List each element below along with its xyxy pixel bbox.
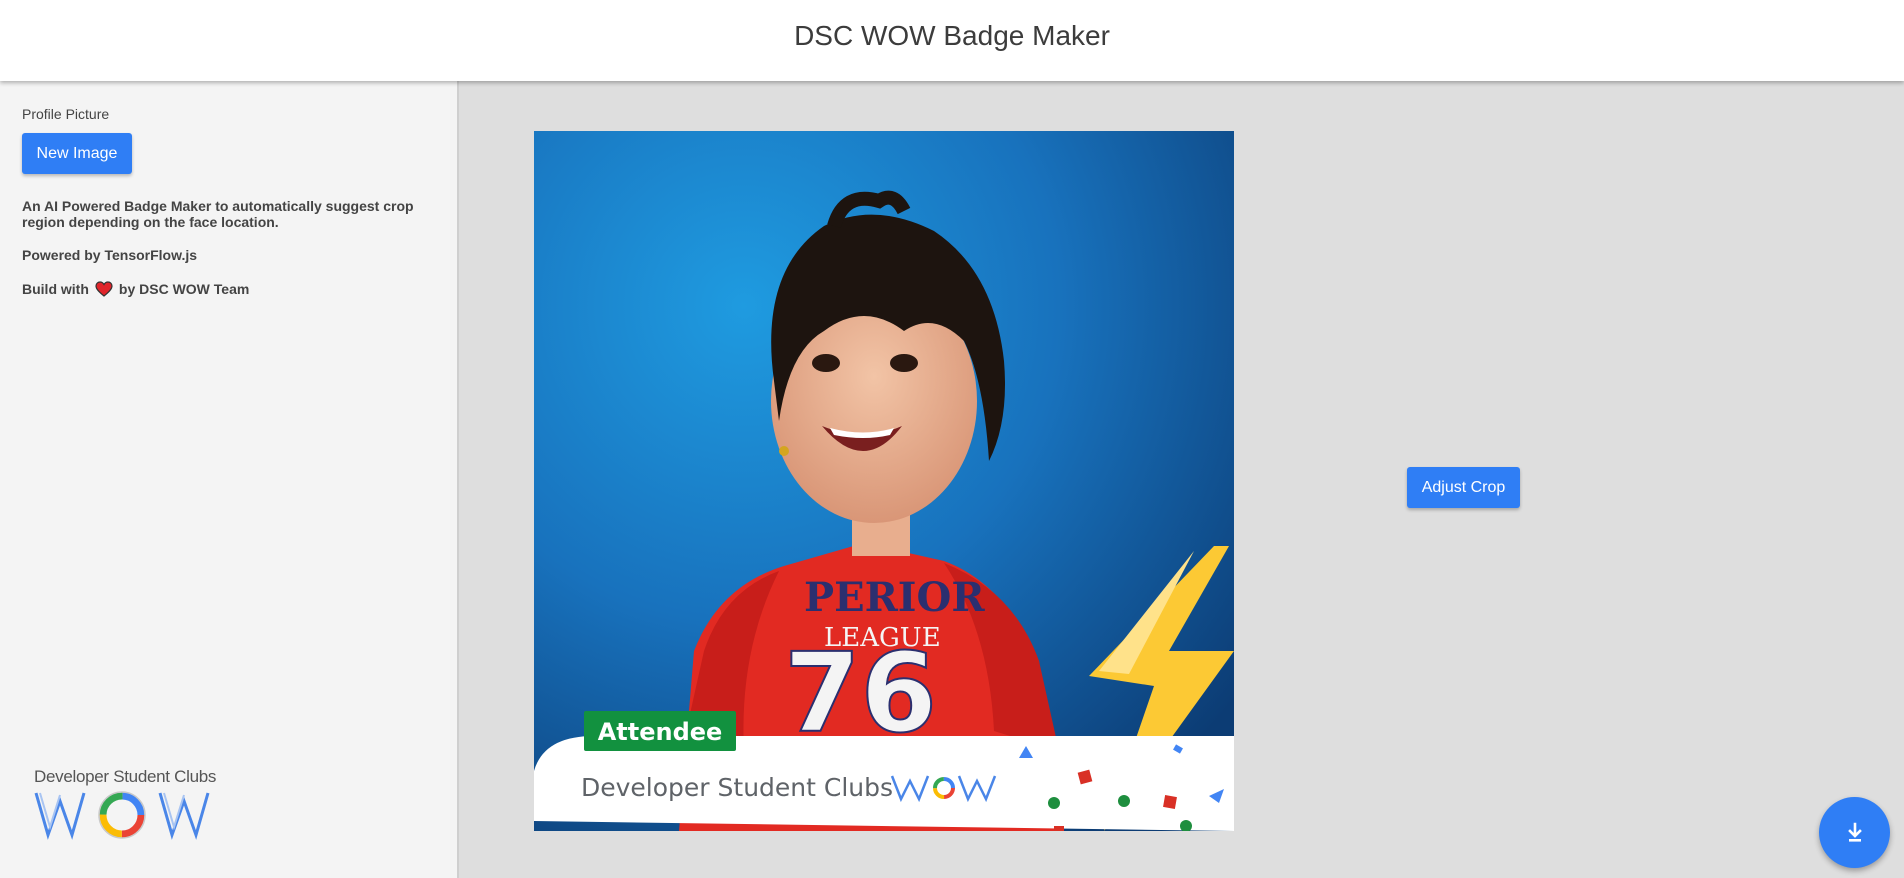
badge-svg: PERIOR LEAGUE 76 Attendee Developer Stud…: [534, 131, 1234, 831]
main-canvas: PERIOR LEAGUE 76 Attendee Developer Stud…: [461, 81, 1904, 878]
badge-preview: PERIOR LEAGUE 76 Attendee Developer Stud…: [534, 131, 1234, 831]
app-header: DSC WOW Badge Maker: [0, 0, 1904, 81]
badge-footer-text: Developer Student Clubs: [581, 773, 893, 802]
build-prefix: Build with: [22, 281, 89, 297]
build-suffix: by DSC WOW Team: [118, 281, 250, 297]
svg-text:PERIOR: PERIOR: [804, 574, 985, 621]
page-title: DSC WOW Badge Maker: [794, 20, 1110, 51]
app-description: An AI Powered Badge Maker to automatical…: [22, 198, 414, 230]
download-button[interactable]: [1819, 797, 1890, 868]
profile-picture-label: Profile Picture: [22, 106, 110, 122]
download-icon: [1847, 822, 1862, 842]
sidebar: Profile Picture New Image An AI Powered …: [0, 81, 459, 878]
logo-caption: Developer Student Clubs: [34, 767, 217, 786]
build-credit: Build with by DSC WOW Team: [22, 281, 249, 297]
attendee-tag: Attendee: [598, 718, 723, 746]
powered-by-text: Powered by TensorFlow.js: [22, 247, 198, 263]
wow-logo-mark: [34, 791, 210, 840]
heart-icon: [95, 281, 113, 297]
adjust-crop-button[interactable]: Adjust Crop: [1407, 467, 1520, 508]
dsc-wow-logo: Developer Student Clubs: [34, 767, 224, 867]
new-image-button[interactable]: New Image: [22, 133, 132, 174]
